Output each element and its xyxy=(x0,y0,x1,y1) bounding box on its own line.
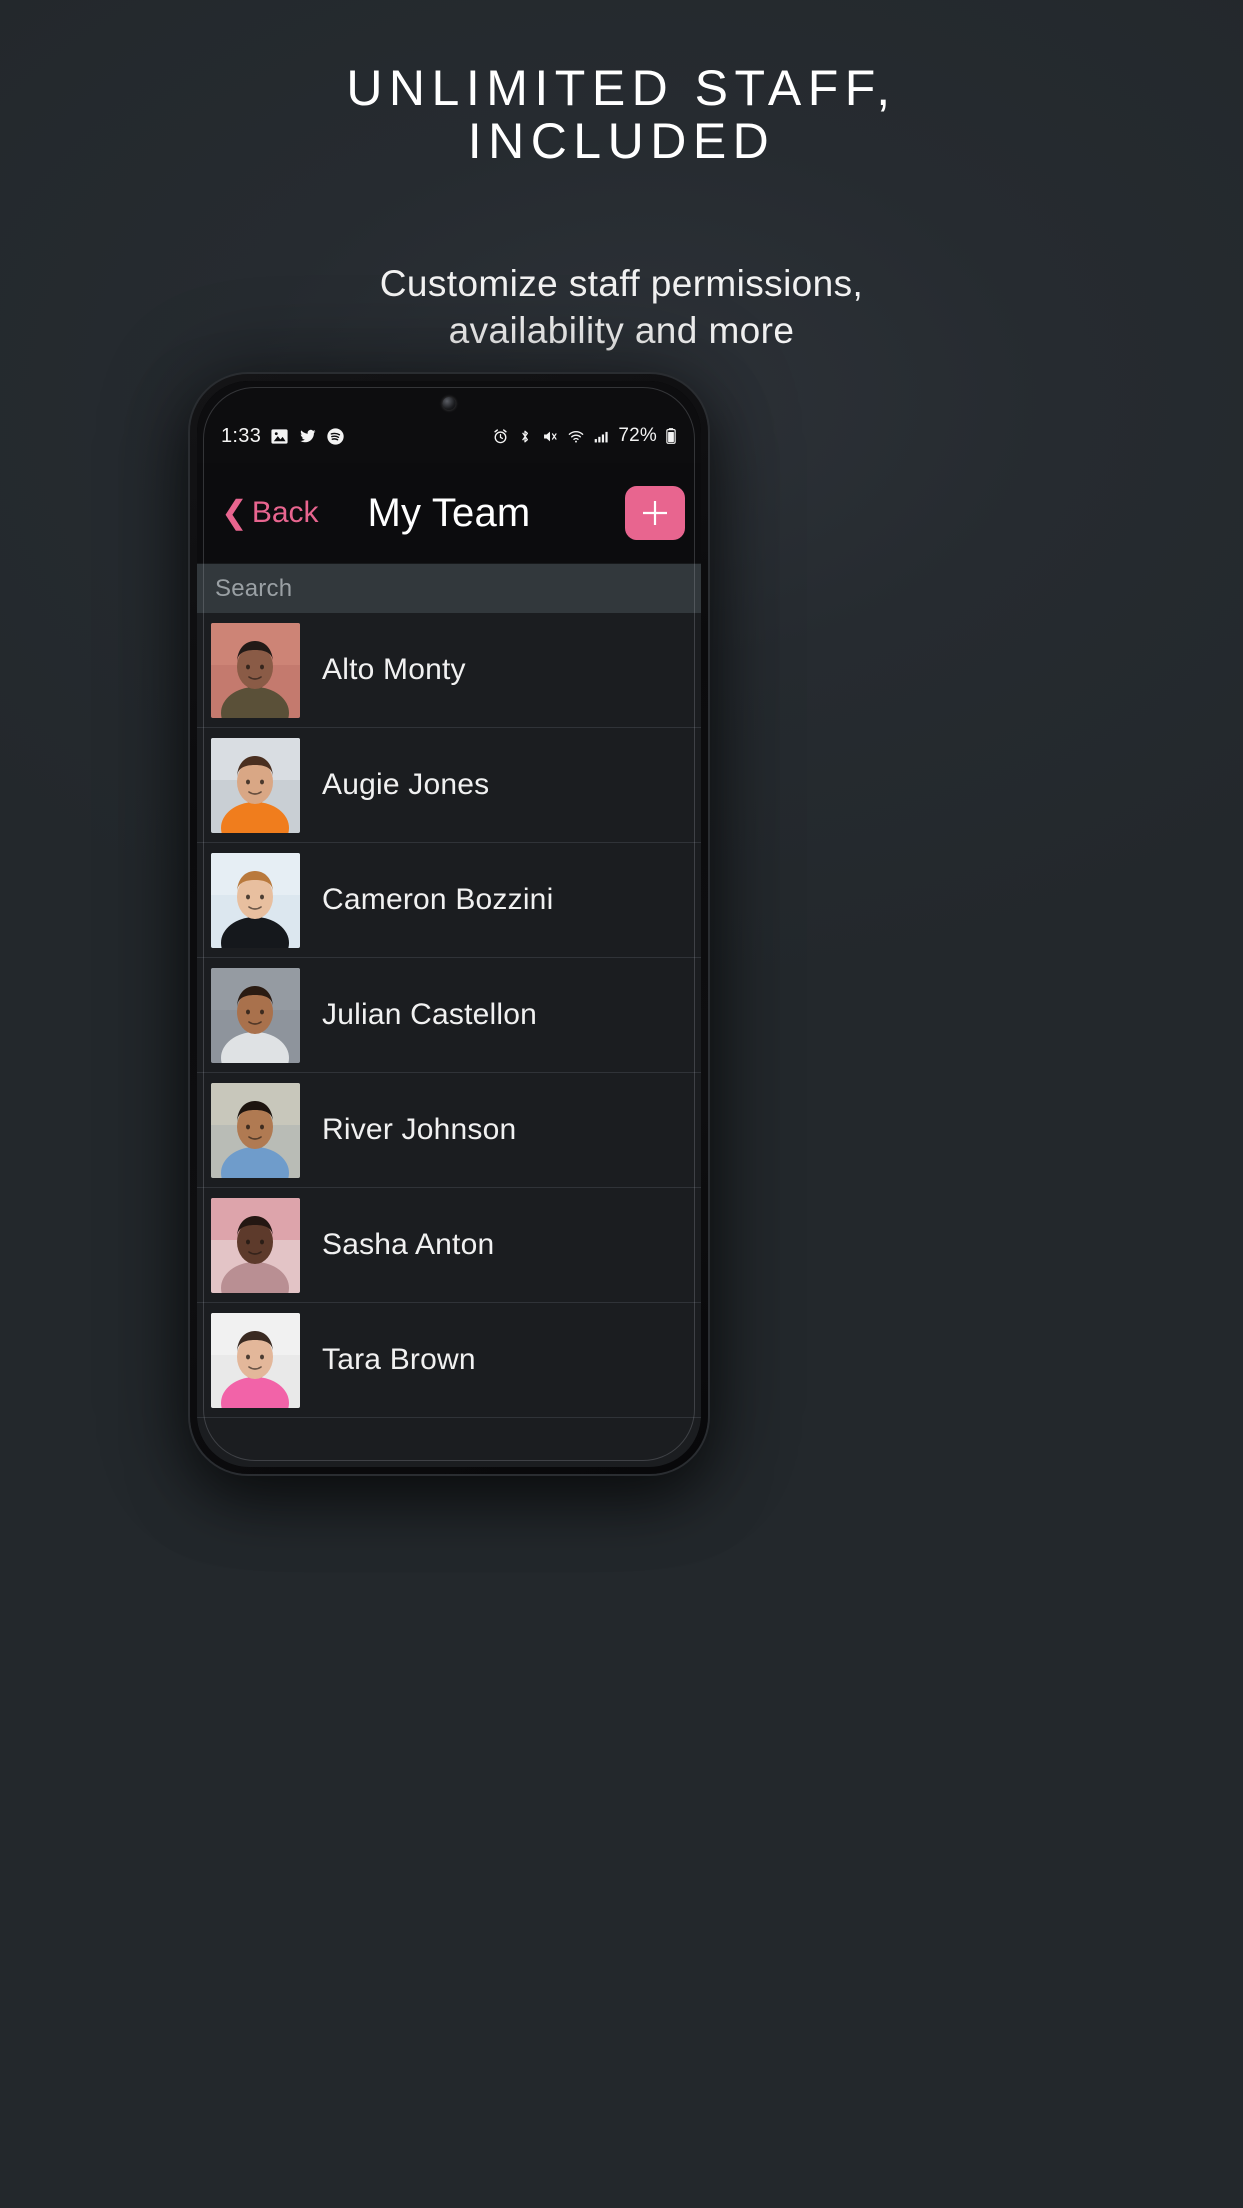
portrait-cameron-bozzini-avatar xyxy=(211,852,300,948)
app-navbar: ❮ Back My Team xyxy=(197,463,701,563)
team-member-name: Augie Jones xyxy=(322,768,490,801)
team-member-name: Alto Monty xyxy=(322,653,466,686)
portrait-sasha-anton-avatar xyxy=(211,1197,300,1293)
search-input[interactable] xyxy=(215,574,683,603)
team-list-item[interactable]: Julian Castellon xyxy=(197,958,701,1073)
team-list-item[interactable]: Tara Brown xyxy=(197,1303,701,1418)
phone-screen: ❮ Back My Team Alto Mon xyxy=(197,381,701,1467)
front-camera-icon xyxy=(442,397,456,410)
team-list-item[interactable]: Augie Jones xyxy=(197,728,701,843)
portrait-julian-castellon-avatar xyxy=(211,967,300,1063)
search-bar[interactable] xyxy=(197,563,701,613)
back-button[interactable]: ❮ Back xyxy=(213,490,327,536)
portrait-tara-brown-avatar xyxy=(211,1312,300,1408)
app-screen: ❮ Back My Team Alto Mon xyxy=(197,381,701,1467)
team-list-item[interactable]: River Johnson xyxy=(197,1073,701,1188)
battery-percent: 72% xyxy=(618,425,657,446)
spotify-icon xyxy=(326,427,345,446)
team-list[interactable]: Alto Monty Augie Jones Cameron Bozzini Juli… xyxy=(197,613,701,1467)
mute-icon xyxy=(541,428,559,445)
team-member-name: Tara Brown xyxy=(322,1343,476,1376)
phone-mockup: ❮ Back My Team Alto Mon xyxy=(190,374,708,1474)
back-button-label: Back xyxy=(251,496,319,529)
promo-subhead: Customize staff permissions, availabilit… xyxy=(0,260,1243,355)
portrait-augie-jones-avatar xyxy=(211,737,300,833)
headline-line-2: INCLUDED xyxy=(467,113,776,169)
team-member-name: Cameron Bozzini xyxy=(322,883,554,916)
team-list-item[interactable]: Sasha Anton xyxy=(197,1188,701,1303)
promo-poster: UNLIMITED STAFF, INCLUDED Customize staf… xyxy=(0,0,1243,2208)
team-list-item[interactable]: Alto Monty xyxy=(197,613,701,728)
subhead-line-1: Customize staff permissions, xyxy=(379,263,864,304)
status-bar: 1:33 72% xyxy=(197,419,701,453)
portrait-alto-monty-avatar xyxy=(211,622,300,718)
portrait-river-johnson-avatar xyxy=(211,1082,300,1178)
photos-icon xyxy=(270,427,289,446)
bluetooth-icon xyxy=(517,428,533,445)
wifi-icon xyxy=(567,428,585,445)
team-member-name: River Johnson xyxy=(322,1113,517,1146)
status-time: 1:33 xyxy=(221,424,262,447)
add-staff-button[interactable] xyxy=(625,486,685,540)
promo-headline: UNLIMITED STAFF, INCLUDED xyxy=(0,62,1243,168)
subhead-line-2: availability and more xyxy=(448,310,795,352)
status-bar-right: 72% xyxy=(492,425,677,447)
battery-icon xyxy=(665,427,677,445)
status-bar-left: 1:33 xyxy=(221,425,345,448)
alarm-icon xyxy=(492,428,509,445)
chevron-left-icon: ❮ xyxy=(221,494,248,530)
team-list-item[interactable]: Cameron Bozzini xyxy=(197,843,701,958)
headline-line-1: UNLIMITED STAFF, xyxy=(346,60,897,116)
team-member-name: Julian Castellon xyxy=(322,998,537,1031)
team-member-name: Sasha Anton xyxy=(322,1228,495,1261)
plus-icon xyxy=(643,501,667,525)
twitter-icon xyxy=(298,427,317,446)
signal-icon xyxy=(593,428,610,445)
